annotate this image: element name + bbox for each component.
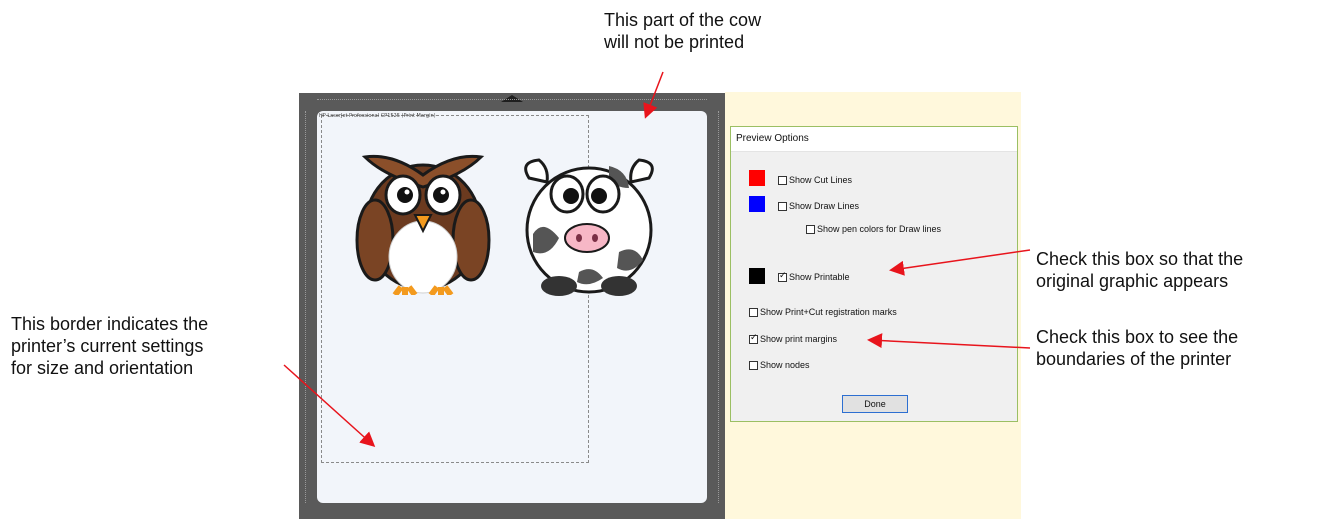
annotation-arrows [283, 71, 1031, 448]
arrow-to-print-border [283, 364, 376, 448]
arrow-to-show-printable [889, 249, 1031, 276]
arrow-to-show-margins [867, 333, 1031, 349]
arrow-to-cow [643, 71, 664, 119]
